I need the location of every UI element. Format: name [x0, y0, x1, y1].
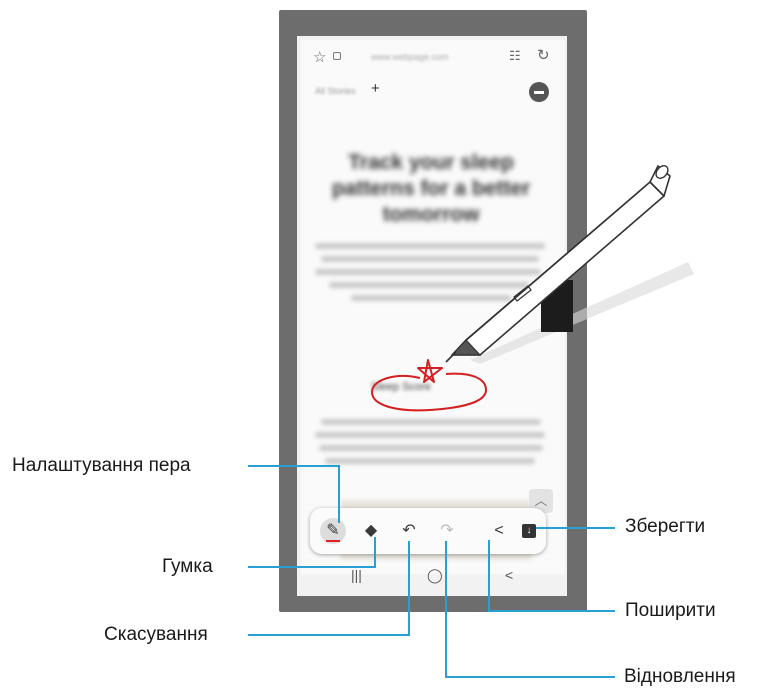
callout-line-pen-settings — [248, 465, 340, 467]
handwritten-target-text: Sleep Score — [371, 381, 431, 393]
callout-line-share-v — [488, 540, 490, 612]
callout-line-save — [536, 527, 615, 529]
screen-write-toolbar: ✎ ◆ ↶ ↷ < ↓ — [310, 508, 546, 554]
reader-mode-icon[interactable]: ☷ — [509, 48, 521, 64]
label-redo: Відновлення — [624, 666, 736, 687]
share-icon: < — [494, 522, 504, 539]
tab-row: All Stories + ▬ — [301, 80, 565, 106]
store-icon[interactable]: ▬ — [529, 82, 549, 102]
blurred-paragraph-2 — [315, 412, 551, 471]
redo-button[interactable]: ↷ — [434, 518, 460, 544]
page-headline: Track your sleep patterns for a better t… — [331, 151, 531, 226]
callout-line-undo-v — [408, 541, 410, 636]
pen-icon: ✎ — [326, 522, 340, 539]
save-button[interactable]: ↓ — [516, 518, 542, 544]
pen-settings-button[interactable]: ✎ — [320, 518, 346, 544]
callout-line-share — [488, 610, 615, 612]
url-text[interactable]: www.webpage.com — [371, 52, 449, 62]
navigation-bar: ||| ◯ < — [301, 565, 565, 595]
undo-icon: ↶ — [402, 522, 416, 539]
callout-line-redo-v — [445, 541, 447, 678]
bookmark-star-icon[interactable]: ☆ — [313, 48, 326, 66]
label-pen-settings: Налаштування пера — [12, 455, 191, 476]
callout-line-eraser — [248, 566, 376, 568]
new-tab-icon[interactable]: + — [371, 80, 380, 97]
label-eraser: Гумка — [162, 556, 213, 577]
back-icon[interactable]: < — [505, 567, 513, 583]
callout-line-undo — [248, 634, 410, 636]
label-share: Поширити — [625, 600, 716, 621]
download-icon: ↓ — [522, 523, 536, 538]
refresh-icon[interactable]: ↻ — [537, 46, 550, 64]
tab-label[interactable]: All Stories — [315, 86, 356, 96]
eraser-button[interactable]: ◆ — [358, 518, 384, 544]
blurred-paragraph — [315, 236, 551, 308]
redo-icon: ↷ — [440, 522, 454, 539]
url-bar[interactable]: ☆ www.webpage.com ☷ ↻ — [301, 40, 565, 76]
label-save: Зберегти — [625, 516, 706, 537]
label-undo: Скасування — [104, 624, 208, 645]
pen-color-indicator — [326, 540, 340, 542]
home-icon[interactable]: ◯ — [427, 567, 443, 584]
lock-icon — [333, 52, 341, 60]
callout-line-eraser-v — [374, 537, 376, 568]
recent-apps-icon[interactable]: ||| — [351, 567, 362, 583]
callout-line-redo — [445, 676, 615, 678]
browser-page: ☆ www.webpage.com ☷ ↻ All Stories + ▬ Tr… — [301, 40, 565, 574]
callout-line-pen-settings-v — [338, 465, 340, 523]
